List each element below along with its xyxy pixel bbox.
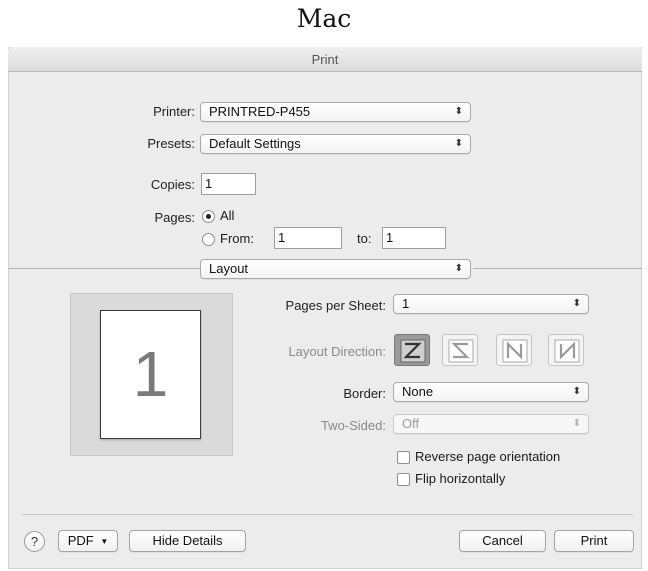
pdf-menu-button[interactable]: PDF ▼ bbox=[58, 530, 118, 552]
border-value: None bbox=[402, 384, 434, 399]
preview-page-number: 1 bbox=[132, 338, 169, 410]
title-bar: Print bbox=[8, 47, 642, 72]
reverse-orientation-checkbox[interactable] bbox=[397, 451, 410, 464]
updown-chevron-icon: ⬍ bbox=[572, 386, 581, 397]
hide-details-button[interactable]: Hide Details bbox=[129, 530, 246, 552]
updown-chevron-icon: ⬍ bbox=[454, 106, 463, 117]
layout-z-button[interactable] bbox=[394, 334, 430, 366]
presets-label: Presets: bbox=[147, 136, 195, 151]
presets-popup[interactable]: Default Settings ⬍ bbox=[200, 134, 471, 154]
two-sided-label: Two-Sided: bbox=[320, 418, 386, 433]
window-title: Print bbox=[311, 52, 339, 67]
pages-per-sheet-popup[interactable]: 1 ⬍ bbox=[393, 294, 589, 314]
separator-left bbox=[8, 268, 200, 269]
pages-to-field[interactable]: 1 bbox=[382, 227, 446, 249]
reverse-n-order-icon bbox=[502, 339, 528, 363]
section-value: Layout bbox=[209, 261, 249, 276]
z-order-icon bbox=[400, 339, 426, 363]
flip-horizontally-label: Flip horizontally bbox=[415, 471, 506, 486]
platform-caption: Mac bbox=[296, 4, 352, 33]
section-popup[interactable]: Layout ⬍ bbox=[200, 259, 471, 279]
pdf-label: PDF bbox=[67, 533, 94, 548]
pages-all-label: All bbox=[220, 208, 235, 223]
pages-from-label: From: bbox=[220, 231, 254, 246]
layout-direction-label: Layout Direction: bbox=[288, 344, 386, 359]
presets-value: Default Settings bbox=[209, 136, 301, 151]
copies-field[interactable]: 1 bbox=[201, 173, 256, 195]
updown-chevron-icon: ⬍ bbox=[572, 298, 581, 309]
n-order-icon bbox=[554, 339, 580, 363]
footer-separator bbox=[22, 514, 633, 515]
pages-all-radio[interactable] bbox=[202, 210, 215, 223]
border-popup[interactable]: None ⬍ bbox=[393, 382, 589, 402]
pages-per-sheet-value: 1 bbox=[402, 296, 410, 311]
updown-chevron-icon: ⬍ bbox=[454, 263, 463, 274]
pages-to-label: to: bbox=[357, 231, 372, 246]
pages-per-sheet-label: Pages per Sheet: bbox=[285, 298, 386, 313]
help-button[interactable]: ? bbox=[24, 531, 45, 552]
printer-label: Printer: bbox=[153, 104, 195, 119]
flip-horizontally-checkbox[interactable] bbox=[397, 473, 410, 486]
preview-page: 1 bbox=[100, 310, 201, 439]
two-sided-value: Off bbox=[402, 416, 420, 431]
pages-from-field[interactable]: 1 bbox=[274, 227, 342, 249]
updown-chevron-icon: ⬍ bbox=[454, 138, 463, 149]
s-order-icon bbox=[448, 339, 474, 363]
layout-n-button[interactable] bbox=[548, 334, 584, 366]
updown-chevron-icon: ⬍ bbox=[572, 418, 581, 429]
reverse-orientation-label: Reverse page orientation bbox=[415, 449, 561, 464]
layout-reverse-n-button[interactable] bbox=[496, 334, 532, 366]
triangle-down-icon: ▼ bbox=[100, 537, 109, 546]
border-label: Border: bbox=[343, 386, 386, 401]
printer-popup[interactable]: PRINTRED-P455 ⬍ bbox=[200, 102, 471, 122]
cancel-button[interactable]: Cancel bbox=[459, 530, 546, 552]
pages-label: Pages: bbox=[154, 210, 195, 225]
printer-value: PRINTRED-P455 bbox=[209, 104, 311, 119]
layout-s-button[interactable] bbox=[442, 334, 478, 366]
print-button[interactable]: Print bbox=[554, 530, 634, 552]
separator-right bbox=[473, 268, 642, 269]
two-sided-popup[interactable]: Off ⬍ bbox=[393, 414, 589, 434]
pages-from-radio[interactable] bbox=[202, 233, 215, 246]
copies-label: Copies: bbox=[150, 177, 195, 192]
